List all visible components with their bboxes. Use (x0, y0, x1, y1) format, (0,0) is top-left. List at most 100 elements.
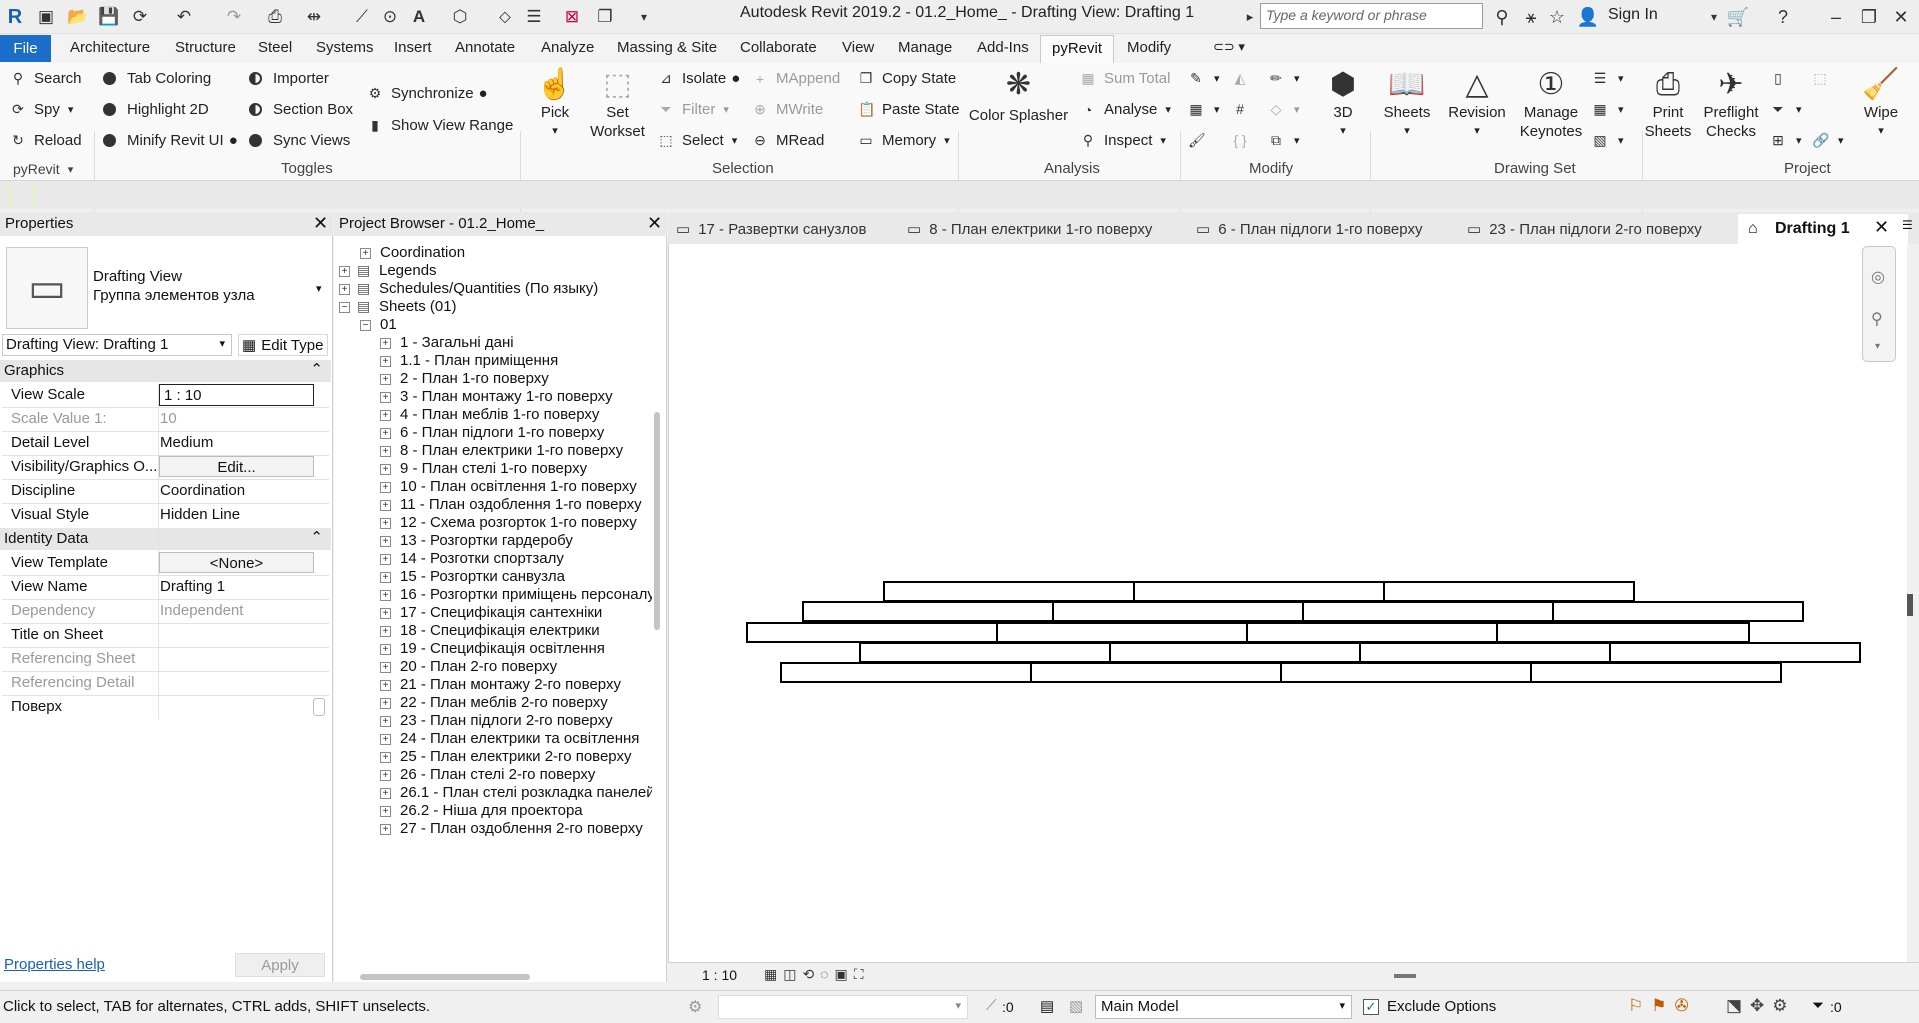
expand-icon[interactable]: + (380, 608, 391, 619)
tab-modify[interactable]: Modify (1127, 39, 1171, 56)
collapse-icon[interactable]: − (360, 320, 371, 331)
sheet-item[interactable]: +19 - Специфікація освітлення (334, 640, 652, 658)
tab-insert[interactable]: Insert (394, 39, 432, 56)
design-options-icon[interactable]: ▤ (1040, 997, 1054, 1015)
prop-view-name[interactable]: View Name Drafting 1 (0, 575, 331, 599)
mwrite-button[interactable]: ⊕ MWrite (752, 101, 823, 118)
inspect-button[interactable]: ⚲ Inspect ▾ (1080, 132, 1166, 149)
expand-icon[interactable]: + (380, 716, 391, 727)
drawing-tool-2[interactable]: ▦ ▾ (1592, 101, 1623, 118)
collapse-icon[interactable]: − (339, 302, 350, 313)
wipe-button[interactable]: 🧹 Wipe ▾ (1855, 67, 1907, 141)
binoculars-icon[interactable]: ⚲ (1489, 4, 1515, 30)
color-splasher-button[interactable]: ❋ Color Splasher (966, 67, 1071, 125)
analyse-button[interactable]: ◔ Analyse ▾ (1080, 101, 1171, 118)
close-window-icon[interactable]: ✕ (1888, 4, 1914, 30)
tab-view-17[interactable]: ▭ 17 - Развертки санузлов (676, 220, 866, 238)
sheet-item[interactable]: +11 - План оздоблення 1-го поверху (334, 496, 652, 514)
close-tab-icon[interactable]: ✕ (1874, 217, 1889, 238)
modify-tool-2[interactable]: ◭ (1232, 70, 1256, 87)
project-tool-1[interactable]: ▯ (1770, 70, 1794, 87)
modify-tool-3[interactable]: ✏ ▾ (1268, 70, 1299, 87)
pick-button[interactable]: ☝ Pick ▾ (530, 67, 580, 141)
text-icon[interactable]: A (407, 5, 431, 29)
selection-toggle-icons[interactable]: ⚐⚑✇ (1628, 996, 1697, 1016)
sum-total-button[interactable]: ▦ Sum Total (1080, 70, 1170, 87)
set-workset-button[interactable]: ⬚ Set Workset (585, 67, 650, 141)
sheet-item[interactable]: +23 - План підлоги 2-го поверху (334, 712, 652, 730)
expand-icon[interactable]: + (380, 770, 391, 781)
section-box-toggle[interactable]: Section Box (249, 101, 353, 118)
close-hidden-icon[interactable]: ⊠ (560, 5, 584, 29)
save-icon[interactable]: 💾 (97, 5, 121, 29)
tab-collaborate[interactable]: Collaborate (740, 39, 817, 56)
customize-qat-icon[interactable]: ▾ (632, 5, 656, 29)
sheet-item[interactable]: +25 - План електрики 2-го поверху (334, 748, 652, 766)
expand-icon[interactable]: + (380, 644, 391, 655)
modify-tool-1[interactable]: ✎ ▾ (1188, 70, 1219, 87)
memory-button[interactable]: ▭ Memory ▾ (858, 132, 949, 149)
expand-icon[interactable]: + (380, 428, 391, 439)
sheet-item[interactable]: +8 - План електрики 1-го поверху (334, 442, 652, 460)
tab-manage[interactable]: Manage (898, 39, 952, 56)
sheet-item[interactable]: +1 - Загальні дані (334, 334, 652, 352)
view-scale-label[interactable]: 1 : 10 (702, 967, 737, 983)
exclude-options-checkbox[interactable]: ✓ (1363, 999, 1379, 1015)
expand-icon[interactable]: + (380, 464, 391, 475)
sheet-item[interactable]: +24 - План електрики та освітлення (334, 730, 652, 748)
redo-icon[interactable]: ↷ (222, 5, 246, 29)
sheet-item[interactable]: +4 - План меблів 1-го поверху (334, 406, 652, 424)
spy-button[interactable]: ⟳ Spy ▾ (10, 101, 73, 118)
importer-toggle[interactable]: Importer (249, 70, 329, 87)
expand-icon[interactable]: + (380, 554, 391, 565)
sheet-item[interactable]: +3 - План монтажу 1-го поверху (334, 388, 652, 406)
manage-keynotes-button[interactable]: ① Manage Keynotes (1515, 67, 1587, 141)
expand-icon[interactable]: + (380, 698, 391, 709)
sheet-item[interactable]: +17 - Специфікація сантехніки (334, 604, 652, 622)
sheet-item[interactable]: +22 - План меблів 2-го поверху (334, 694, 652, 712)
show-view-range-button[interactable]: ▮ Show View Range (367, 117, 513, 134)
tab-view-6[interactable]: ▭ 6 - План підлоги 1-го поверху (1196, 220, 1422, 238)
tab-annotate[interactable]: Annotate (455, 39, 515, 56)
workset-icon[interactable]: ⚙ (688, 997, 702, 1017)
mread-button[interactable]: ⊖ MRead (752, 132, 824, 149)
sync-views-toggle[interactable]: Sync Views (249, 132, 350, 149)
print-icon[interactable]: ⎙ (263, 5, 287, 29)
project-tool-2[interactable]: ⬚ (1812, 70, 1836, 87)
view-template-button[interactable]: <None> (159, 552, 314, 573)
paste-state-button[interactable]: 📋 Paste State (858, 101, 960, 118)
ribbon-minimize-icon[interactable]: ⊂⊃ ▾ (1213, 39, 1245, 55)
section-icon[interactable]: ⬦ (493, 5, 517, 29)
sheet-item[interactable]: +10 - План освітлення 1-го поверху (334, 478, 652, 496)
instance-selector[interactable]: Drafting View: Drafting 1 ▾ (2, 334, 232, 356)
modify-tool-4[interactable]: ▦ ▾ (1188, 101, 1219, 118)
drawing-tool-1[interactable]: ☰ ▾ (1592, 70, 1624, 87)
project-tool-5[interactable]: 🔗 ▾ (1812, 132, 1844, 149)
modify-tool-8[interactable]: { } (1232, 132, 1256, 148)
cart-icon[interactable]: 🛒 (1725, 4, 1751, 30)
vertical-scrollbar[interactable] (654, 412, 660, 630)
reload-button[interactable]: ↻ Reload (10, 132, 81, 149)
tree-node[interactable]: + Coordination (334, 244, 652, 262)
drawing-canvas[interactable] (668, 244, 1907, 966)
section-identity-data[interactable]: Identity Data ⌃ (0, 528, 331, 550)
tab-steel[interactable]: Steel (258, 39, 292, 56)
mappend-button[interactable]: + MAppend (752, 70, 840, 87)
prop-view-scale[interactable]: View Scale 1 : 10 (0, 383, 331, 407)
sheet-item[interactable]: +18 - Специфікація електрики (334, 622, 652, 640)
sheet-item[interactable]: +26.2 - Ніша для проектора (334, 802, 652, 820)
project-tool-3[interactable]: ⏷ ▾ (1770, 101, 1801, 118)
expand-icon[interactable]: + (380, 356, 391, 367)
sync-icon[interactable]: ⟳ (128, 5, 152, 29)
tree-node[interactable]: −01 (334, 316, 652, 334)
expand-icon[interactable]: + (380, 392, 391, 403)
expand-search-icon[interactable]: ▸ (1238, 5, 1262, 29)
sheet-item[interactable]: +2 - План 1-го поверху (334, 370, 652, 388)
properties-help-link[interactable]: Properties help (4, 956, 105, 973)
revision-button[interactable]: △ Revision ▾ (1444, 67, 1510, 141)
undo-icon[interactable]: ↶ (172, 5, 196, 29)
prop-detail-level[interactable]: Detail Level Medium (0, 431, 331, 455)
view-control-icons[interactable]: ▦◫⟲◌▣⛶ (764, 966, 870, 983)
aligned-dimension-icon[interactable]: ⟋ (350, 5, 374, 29)
3d-button[interactable]: ⬢ 3D ▾ (1323, 67, 1363, 141)
